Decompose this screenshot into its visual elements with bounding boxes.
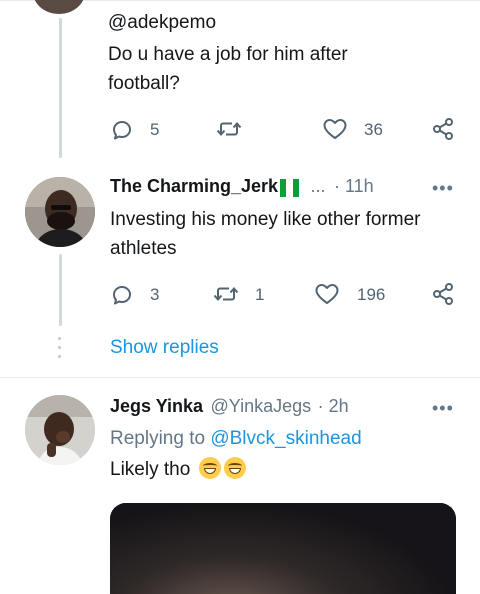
tweet-2-text: Investing his money like other former at…	[110, 209, 421, 259]
nigeria-flag-icon	[280, 178, 300, 197]
like-icon[interactable]	[322, 117, 348, 141]
like-icon[interactable]	[314, 282, 340, 306]
avatar-charming-jerk[interactable]	[25, 177, 95, 247]
tweet-2-truncated: ...	[310, 176, 326, 196]
thread-dots	[58, 337, 62, 365]
like-count: 196	[357, 285, 386, 304]
show-replies-link[interactable]: Show replies	[110, 337, 219, 359]
replying-to-prefix: Replying to	[110, 428, 206, 449]
reply-icon[interactable]	[110, 118, 134, 142]
tweet-2-header: The Charming_Jerk ... · 11h	[110, 176, 470, 202]
divider	[0, 377, 480, 378]
tweet-3-time[interactable]: · 2h	[318, 396, 349, 416]
tweet-2-time[interactable]: · 11h	[334, 176, 374, 196]
retweet-icon[interactable]	[212, 282, 240, 306]
share-icon[interactable]	[431, 282, 455, 306]
tweet-3-media[interactable]	[110, 503, 456, 594]
reply-icon[interactable]	[110, 283, 134, 307]
share-icon[interactable]	[431, 117, 455, 141]
tweet-2-name[interactable]: The Charming_Jerk	[110, 176, 278, 196]
avatar-previous[interactable]	[33, 0, 85, 14]
tweet-3-handle[interactable]: @YinkaJegs	[211, 396, 312, 416]
tweet-3-name[interactable]: Jegs Yinka	[110, 396, 203, 416]
grinning-face-icon	[198, 457, 221, 479]
tweet-3-header: Jegs Yinka @YinkaJegs · 2h	[110, 396, 430, 417]
tweet-1-text: Do u have a job for him after football?	[108, 44, 348, 94]
grinning-face-icon	[223, 457, 246, 479]
tweet-3-body: Likely tho	[110, 459, 191, 480]
tweet-1: @adekpemo Do u have a job for him after …	[108, 8, 468, 98]
replying-to-mention[interactable]: @Blvck_skinhead	[210, 428, 361, 449]
avatar-jegs-yinka[interactable]	[25, 395, 95, 465]
reply-count: 5	[150, 120, 160, 139]
retweet-count: 1	[255, 285, 265, 304]
more-icon[interactable]: •••	[432, 178, 454, 199]
thread-line	[59, 18, 62, 158]
retweet-icon[interactable]	[215, 117, 243, 141]
tweet-3-text: Likely tho	[110, 455, 246, 484]
reply-count: 3	[150, 285, 160, 304]
tweet-1-mention[interactable]: @adekpemo	[108, 8, 468, 37]
more-icon[interactable]: •••	[432, 398, 454, 419]
replying-to-line: Replying to @Blvck_skinhead	[110, 424, 362, 453]
thread-line-2	[59, 254, 62, 326]
like-count: 36	[364, 120, 383, 139]
